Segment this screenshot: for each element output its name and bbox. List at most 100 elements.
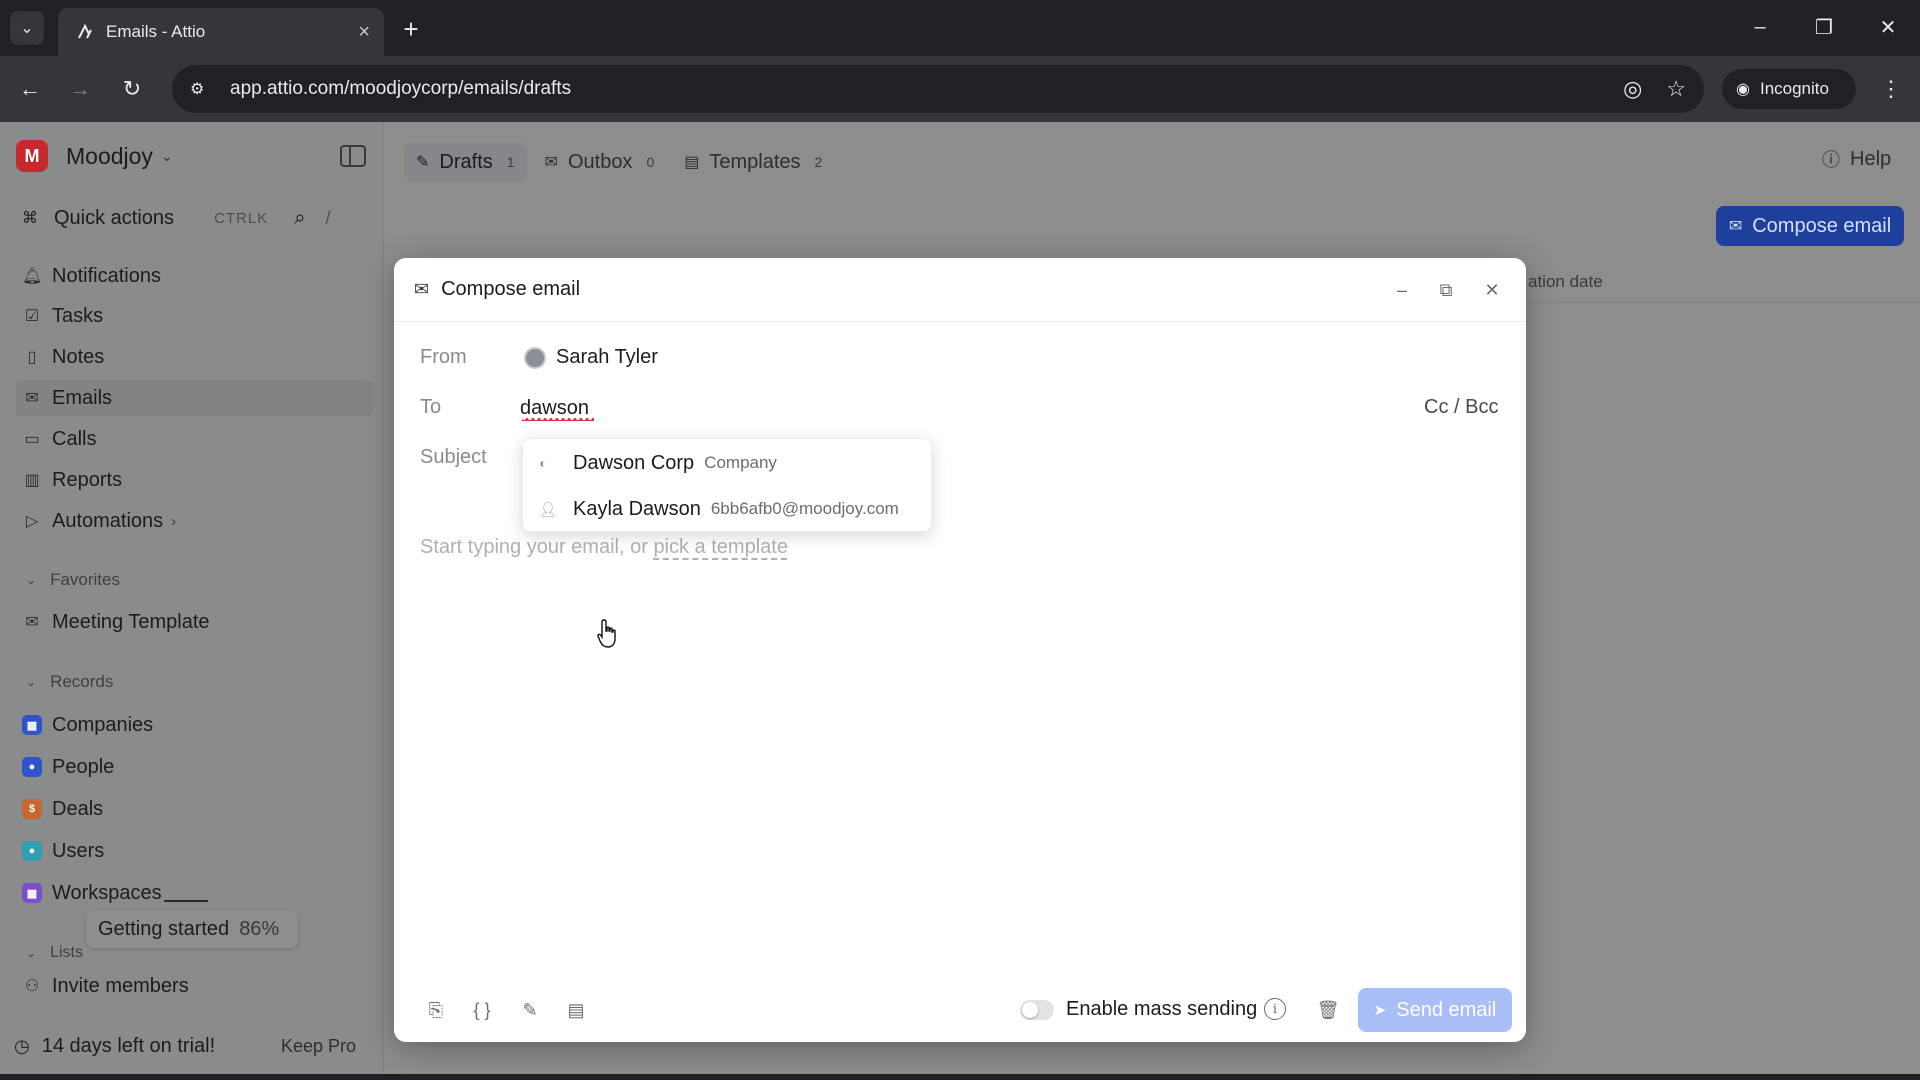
records-section[interactable]: ⌄ Records — [26, 672, 113, 692]
mass-sending-label: Enable mass sending — [1066, 998, 1258, 1020]
sidebar-item-label: Companies — [52, 713, 154, 736]
variable-icon[interactable]: { } — [470, 998, 494, 1022]
getting-started-popover[interactable]: Getting started 86% — [86, 910, 298, 948]
companies-icon: ▦ — [22, 715, 42, 735]
quick-actions-shortcut: CTRLK — [214, 209, 269, 227]
workspace-switcher[interactable]: M Moodjoy ⌄ — [16, 138, 366, 174]
tab-templates[interactable]: ▤ Templates 2 — [672, 143, 834, 181]
lists-section[interactable]: ⌄ Lists — [26, 944, 83, 962]
sidebar-item-notes[interactable]: ▯ Notes — [22, 339, 362, 375]
tab-label: Drafts — [439, 150, 493, 173]
column-header-creation-date[interactable]: ation date — [1528, 272, 1603, 292]
reload-icon[interactable]: ↻ — [116, 73, 148, 105]
tab-search-icon[interactable]: ⌄ — [10, 11, 44, 45]
tab-count: 2 — [814, 154, 823, 170]
user-plus-icon: ⚇ — [24, 978, 40, 995]
forward-icon[interactable]: → — [64, 73, 96, 105]
getting-started-label: Getting started — [98, 917, 230, 940]
info-icon[interactable]: i — [1264, 998, 1286, 1020]
tab-drafts[interactable]: ✎ Drafts 1 — [404, 143, 527, 181]
suggestion-kayla-dawson[interactable]: 👤︎ Kayla Dawson 6bb6afb0@moodjoy.com — [523, 487, 933, 531]
mass-sending-toggle[interactable] — [1020, 1000, 1054, 1020]
company-icon: ◐ — [539, 455, 548, 471]
from-field[interactable]: Sarah Tyler — [524, 346, 658, 369]
trash-icon[interactable]: 🗑︎ — [1316, 998, 1340, 1022]
person-icon: 👤︎ — [539, 500, 557, 517]
sidebar-item-label: Automations — [52, 509, 164, 532]
trial-banner: ◷ 14 days left on trial! Keep Pro — [14, 1030, 370, 1062]
address-bar[interactable]: ⚙ app.attio.com/moodjoycorp/emails/draft… — [172, 65, 1704, 113]
quick-actions[interactable]: ⌘ Quick actions CTRLK ⌕ / — [22, 202, 362, 234]
cc-bcc-button[interactable]: Cc / Bcc — [1424, 396, 1498, 419]
minimize-icon[interactable]: – — [1390, 278, 1414, 302]
from-value: Sarah Tyler — [556, 346, 658, 368]
help-button[interactable]: ⓘ Help — [1822, 146, 1891, 172]
signature-pen-icon[interactable]: ✎ — [518, 998, 542, 1022]
send-icon: ➤ — [1373, 1002, 1387, 1019]
back-icon[interactable]: ← — [14, 73, 46, 105]
sidebar-item-meeting-template[interactable]: ✉ Meeting Template — [22, 604, 362, 640]
sidebar-item-people[interactable]: ● People — [22, 749, 362, 785]
favorites-section[interactable]: ⌄ Favorites — [26, 570, 120, 590]
restore-window-icon[interactable]: ❐ — [1804, 10, 1844, 44]
caret-down-icon: ⌄ — [26, 573, 37, 587]
tab-title: Emails - Attio — [106, 22, 206, 41]
sidebar-item-reports[interactable]: ▥ Reports — [22, 462, 362, 498]
bookmark-star-icon[interactable]: ☆ — [1666, 76, 1686, 102]
screen-bottom-edge — [0, 1074, 1920, 1080]
eye-off-icon[interactable]: ◎ — [1623, 76, 1642, 102]
sidebar-item-label: Calls — [52, 427, 97, 450]
minimize-window-icon[interactable]: – — [1740, 10, 1780, 44]
search-icon[interactable]: ⌕ — [294, 207, 305, 230]
tab-outbox[interactable]: ✉ Outbox 0 — [533, 143, 667, 181]
chart-icon: ▥ — [24, 472, 40, 489]
template-icon[interactable]: ▤ — [564, 998, 588, 1022]
expand-icon[interactable]: ⧉ — [1434, 278, 1458, 302]
body-editor[interactable]: Start typing your email, or pick a templ… — [420, 536, 788, 559]
suggestion-dawson-corp[interactable]: ◐ Dawson Corp Company — [523, 441, 933, 485]
sidebar-item-label: Tasks — [52, 304, 104, 327]
sidebar-item-deals[interactable]: $ Deals — [22, 791, 362, 827]
incognito-label: Incognito — [1759, 79, 1829, 98]
mail-icon: ✉ — [25, 390, 39, 407]
spellcheck-underline — [522, 418, 594, 421]
invite-members[interactable]: ⚇ Invite members — [22, 968, 362, 1004]
help-label: Help — [1850, 147, 1892, 170]
sidebar-item-emails[interactable]: ✉ Emails — [16, 380, 372, 416]
compose-email-button[interactable]: ✉ Compose email — [1716, 206, 1904, 246]
incognito-badge[interactable]: ◉ Incognito — [1722, 69, 1856, 109]
sidebar-item-automations[interactable]: ▷ Automations › — [22, 503, 362, 539]
send-email-button[interactable]: ➤ Send email — [1358, 988, 1512, 1032]
outbox-icon: ✉ — [544, 154, 558, 171]
sidebar-toggle-icon[interactable] — [340, 145, 366, 167]
quick-actions-label: Quick actions — [54, 206, 175, 229]
sidebar-item-users[interactable]: ● Users — [22, 833, 362, 869]
compose-icon: ✉ — [1728, 218, 1743, 235]
close-window-icon[interactable]: ✕ — [1868, 10, 1908, 44]
keep-pro-button[interactable]: Keep Pro — [281, 1036, 370, 1057]
call-icon: ▭ — [24, 431, 40, 448]
tab-close-icon[interactable]: × — [358, 21, 370, 44]
favorites-label: Favorites — [50, 570, 120, 589]
sidebar-item-calls[interactable]: ▭ Calls — [22, 421, 362, 457]
sidebar-item-workspaces[interactable]: ▦ Workspaces — [22, 875, 362, 911]
dialog-header: ✉ Compose email — [394, 258, 1526, 322]
getting-started-percent: 86% — [239, 917, 280, 940]
browser-tab[interactable]: Emails - Attio × — [58, 8, 384, 56]
caret-down-icon: ⌄ — [26, 946, 37, 960]
close-icon[interactable]: ✕ — [1480, 278, 1504, 302]
sidebar: M Moodjoy ⌄ ⌘ Quick actions CTRLK ⌕ / 🔔︎… — [0, 122, 384, 1074]
dialog-footer: ⎘ { } ✎ ▤ Enable mass sending i 🗑︎ ➤ Sen… — [394, 978, 1526, 1042]
sidebar-item-notifications[interactable]: 🔔︎ Notifications — [22, 258, 362, 294]
new-tab-icon[interactable]: + — [396, 14, 426, 44]
site-settings-icon[interactable]: ⚙ — [190, 79, 216, 99]
help-icon: ⓘ — [1822, 150, 1840, 170]
subject-label: Subject — [420, 446, 487, 468]
browser-menu-icon[interactable]: ⋮ — [1876, 73, 1906, 105]
sidebar-item-companies[interactable]: ▦ Companies — [22, 707, 362, 743]
to-input[interactable] — [520, 392, 1020, 424]
template-icon: ▤ — [684, 154, 700, 171]
pick-template-link[interactable]: pick a template — [653, 536, 788, 558]
attachment-icon[interactable]: ⎘ — [424, 998, 448, 1022]
sidebar-item-tasks[interactable]: ☑ Tasks — [22, 298, 362, 334]
